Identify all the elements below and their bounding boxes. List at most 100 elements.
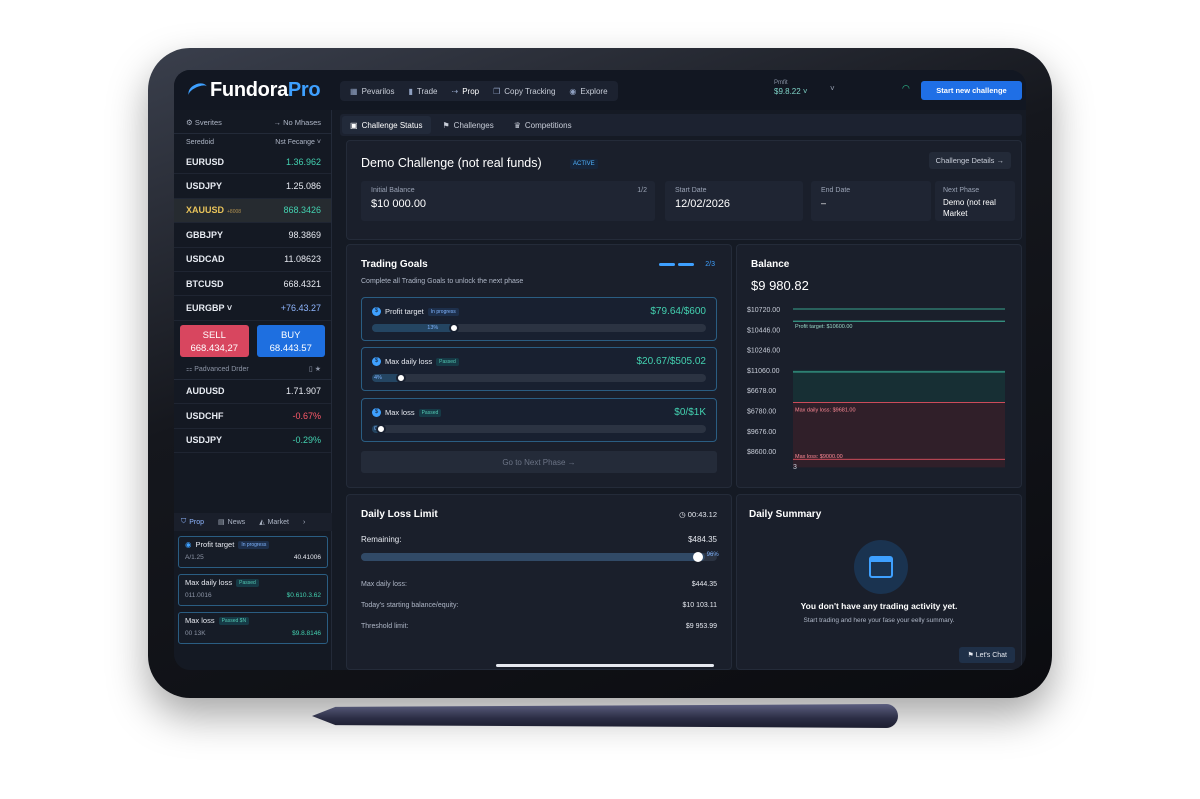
symbol-row[interactable]: BTCUSD 668.4321 — [174, 272, 331, 297]
buy-price: 68.443.57 — [269, 342, 312, 354]
nav-label: Copy Tracking — [504, 86, 556, 96]
favorites-tab[interactable]: ⚙ Sverites — [186, 118, 222, 127]
symbol-price: +76.43.27 — [280, 303, 321, 314]
chat-icon: ⚑ — [967, 652, 974, 659]
daily-summary-panel: Daily Summary You don't have any trading… — [736, 494, 1022, 670]
mini-card-right: 40.41006 — [293, 554, 321, 561]
daily-loss-bar: 96% — [361, 552, 719, 562]
chevron-right-icon[interactable]: › — [296, 519, 312, 526]
status-badge: Passed — [418, 408, 442, 417]
goal-title-row: $ Max daily loss Passed — [372, 357, 459, 366]
tab-challenges[interactable]: ⚑ Challenges — [435, 116, 502, 134]
nav-item-trade[interactable]: ▮ Trade — [402, 81, 443, 101]
home-indicator[interactable] — [496, 664, 714, 667]
bar-knob — [449, 323, 460, 333]
symbol-name: AUDUSD — [186, 386, 225, 397]
goals-progress-count: 2/3 — [705, 261, 715, 268]
symbol-row[interactable]: AUDUSD 1.71.907 — [174, 380, 331, 405]
goal-card[interactable]: $ Max daily loss Passed $20.67/$505.02 4% — [361, 347, 717, 391]
symbol-row[interactable]: EURUSD 1.36.962 — [174, 150, 331, 175]
bar-fill — [361, 553, 705, 561]
symbol-row[interactable]: EURGBP ˅ +76.43.27 — [174, 296, 331, 321]
calendar-icon — [854, 540, 908, 594]
mini-goal-card[interactable]: Max loss Passed $N 00 13K $9.8.8146 — [178, 612, 328, 644]
copy-icon: ❐ — [493, 86, 501, 96]
goal-card[interactable]: $ Profit target In progress $79.64/$600 13% — [361, 297, 717, 341]
next-phase-button[interactable]: Go to Next Phase → — [361, 451, 717, 473]
symbol-filter[interactable]: Seredoid Nst Fecange ˅ — [174, 134, 331, 150]
goal-title-row: $ Profit target In progress — [372, 307, 459, 316]
bar-percent: 96% — [706, 552, 719, 558]
nav-item-explore[interactable]: ◉ Explore — [563, 81, 613, 101]
symbol-row[interactable]: USDJPY -0.29% — [174, 429, 331, 453]
mini-card-right: $0.610.3.62 — [286, 592, 321, 599]
status-badge: In progress — [238, 540, 270, 549]
sub-tabs: ▣ Challenge Status ⚑ Challenges ♛ Competiti… — [340, 114, 1022, 136]
goal-value: $79.64/$600 — [650, 306, 706, 317]
symbol-badge: +8008 — [227, 209, 242, 216]
mini-card-title: Max daily loss — [185, 578, 233, 587]
tab-competitions[interactable]: ♛ Competitions — [506, 116, 580, 134]
bar-percent: 4% — [374, 375, 382, 381]
annotation-max-loss: Max loss: $9000.00 — [795, 454, 843, 460]
mini-goal-card[interactable]: Max daily loss Passed 011.0016 $0.610.3.62 — [178, 574, 328, 606]
start-challenge-button[interactable]: Start new challenge — [921, 81, 1022, 100]
status-badge: Passed $N — [218, 616, 250, 625]
brand-logo[interactable]: FundoraPro — [185, 79, 321, 102]
profit-dropdown[interactable]: Pmfit $9.8.22 ˅ — [774, 80, 808, 96]
sell-button[interactable]: SELL 668.434,27 — [180, 324, 249, 357]
symbol-row[interactable]: USDCAD 11.08623 — [174, 248, 331, 272]
market-icon: ◭ — [259, 519, 265, 526]
mini-goal-card[interactable]: ◉ Profit target In progress A/1.25 40.41006 — [178, 536, 328, 568]
y-tick-label: $6780.00 — [747, 409, 776, 416]
chevron-down-icon: ˅ — [316, 139, 321, 146]
tab-challenge-status[interactable]: ▣ Challenge Status — [342, 116, 431, 134]
symbol-row[interactable]: USDJPY 1.25.086 — [174, 174, 331, 199]
chat-button[interactable]: ⚑ Let's Chat — [959, 647, 1015, 663]
mini-card-title: Max loss — [185, 616, 215, 625]
bar-fill — [372, 324, 456, 332]
trade-buttons: SELL 668.434,27 BUY 68.443.57 — [174, 321, 331, 361]
symbol-price: -0.67% — [292, 410, 321, 421]
tab-news[interactable]: ▤ News — [211, 518, 252, 527]
symbol-name: XAUUSD — [186, 205, 225, 216]
panel-subtitle: Complete all Trading Goals to unlock the… — [361, 278, 524, 285]
nav-item-prop[interactable]: ⇢ Prop — [445, 81, 485, 101]
mini-card-right: $9.8.8146 — [292, 630, 321, 637]
buy-button[interactable]: BUY 68.443.57 — [256, 324, 325, 357]
lock-icon[interactable]: ▯ — [309, 366, 313, 373]
stat-start-date: Start Date 12/02/2026 — [665, 181, 803, 221]
symbol-name: USDJPY — [186, 435, 223, 446]
tab-prop[interactable]: ⛉ Prop — [174, 518, 211, 526]
symbol-row[interactable]: XAUUSD +8008 868.3426 — [174, 198, 331, 224]
nav-item-pevarilos[interactable]: ▦ Pevarilos — [344, 81, 400, 101]
stat-label: Next Phase — [943, 187, 980, 194]
phases-tab[interactable]: → No Mhases — [273, 118, 321, 127]
top-bar: FundoraPro ▦ Pevarilos ▮ Trade ⇢ Prop ❐ Copy… — [174, 70, 1026, 110]
filter-label: Seredoid — [186, 139, 215, 146]
detail-row: Max daily loss: $444.35 — [361, 581, 717, 588]
symbol-list-secondary: AUDUSD 1.71.907 USDCHF -0.67% USDJPY -0.29% — [174, 380, 331, 453]
shield-icon: ⛉ — [181, 518, 187, 525]
symbol-row[interactable]: USDCHF -0.67% — [174, 404, 331, 429]
panel-title: Trading Goals — [361, 259, 428, 270]
tab-market[interactable]: ◭ Market — [252, 518, 296, 527]
symbol-row[interactable]: GBBJPY 98.3869 — [174, 223, 331, 248]
detail-value: $9 953.99 — [685, 623, 717, 630]
advanced-order-row[interactable]: ⚏ Padvanced Drder ▯ ★ — [174, 361, 331, 380]
star-icon[interactable]: ★ — [315, 366, 321, 373]
challenge-details-button[interactable]: Challenge Details → — [928, 152, 1011, 169]
lock-icon: ▣ — [350, 120, 358, 130]
remaining-label: Remaining: — [361, 535, 402, 544]
chevron-down-icon[interactable]: ˅ — [830, 84, 835, 93]
timer: ◷ 00:43.12 — [679, 510, 717, 519]
filter-value: Nst Fecange — [275, 139, 315, 146]
bottom-tabs: ⛉ Prop ▤ News ◭ Market › — [174, 513, 332, 531]
symbol-price: 1.25.086 — [285, 181, 321, 192]
detail-label: Max daily loss: — [361, 581, 407, 588]
nav-item-copy-tracking[interactable]: ❐ Copy Tracking — [487, 81, 561, 101]
goal-title-row: $ Max loss Passed — [372, 408, 442, 417]
bar-knob — [395, 373, 406, 383]
goal-card[interactable]: $ Max lossPassed $0/$1K 0% — [361, 398, 717, 442]
sidebar: ⚙ Sverites → No Mhases Seredoid Nst Feca… — [174, 110, 332, 670]
